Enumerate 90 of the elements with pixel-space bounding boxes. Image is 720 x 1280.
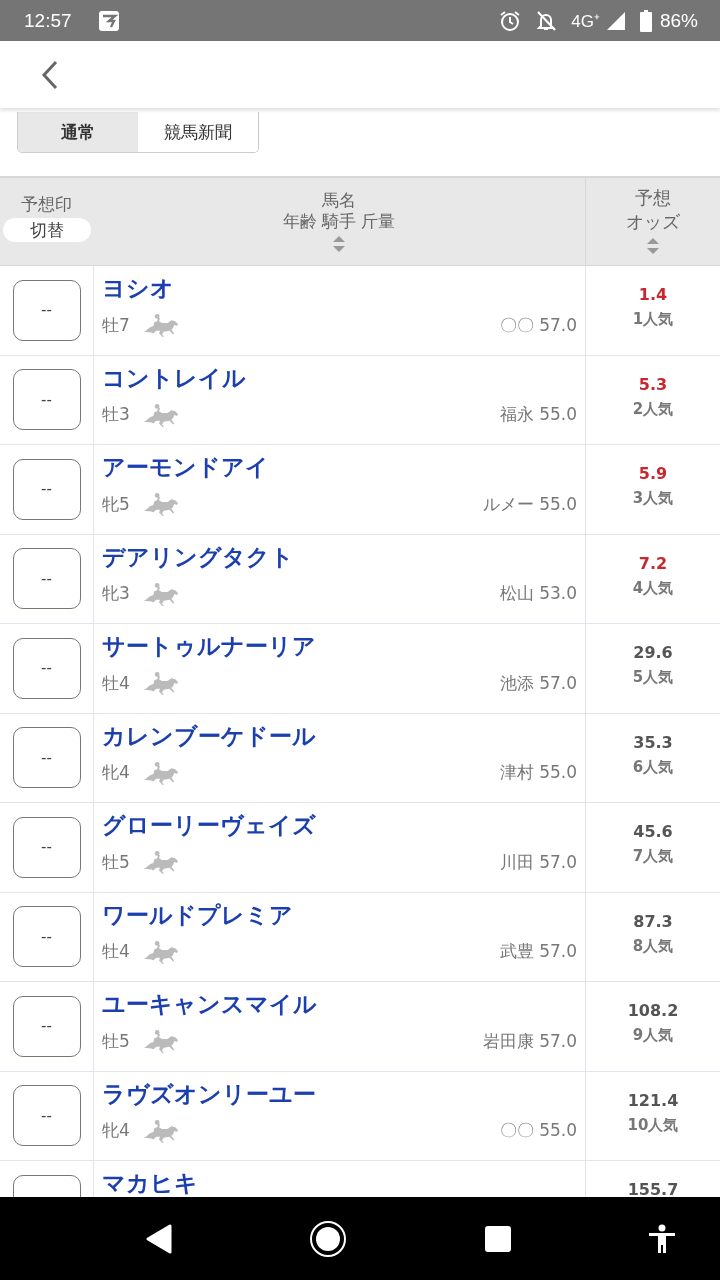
jockey-weight: 松山 53.0 (499, 582, 577, 605)
column-heading: 予想印 (21, 194, 72, 215)
jockey-weight: ルメー 55.0 (482, 492, 577, 516)
odds-value: 5.9 (638, 463, 668, 485)
horse-name-link[interactable]: サートゥルナーリア (102, 632, 316, 660)
horse-rider-icon (141, 580, 178, 607)
sex-age: 牡7 (102, 313, 130, 337)
horse-name-link[interactable]: マカヒキ (102, 1169, 198, 1197)
jockey-weight: 〇〇 57.0 (499, 313, 577, 337)
horse-rider-icon (141, 670, 178, 696)
horse-name-link[interactable]: グローリーヴェイズ (102, 811, 316, 839)
sex-age: 牡3 (102, 403, 130, 426)
column-heading: オッズ (626, 210, 680, 234)
sex-age: 牡5 (102, 850, 130, 874)
jockey-weight: 福永 55.0 (499, 403, 577, 426)
popularity-rank: 2人気 (632, 398, 674, 420)
jockey-weight: 池添 57.0 (499, 671, 577, 695)
odds-value: 35.3 (633, 731, 673, 754)
popularity-rank: 3人気 (632, 488, 674, 509)
horse-rider-icon (141, 401, 178, 428)
mark-button[interactable]: -- (12, 279, 81, 341)
popularity-rank: 8人気 (632, 935, 674, 957)
horse-name-link[interactable]: ラヴズオンリーユー (102, 1079, 316, 1108)
sex-age: 牡4 (102, 940, 130, 963)
sex-age: 牝4 (102, 1119, 130, 1142)
horse-name-link[interactable]: アーモンドアイ (102, 453, 269, 481)
recents-icon[interactable] (484, 1225, 511, 1252)
jockey-weight: 〇〇 55.0 (499, 1119, 577, 1142)
popularity-rank: 5人気 (632, 667, 674, 688)
horse-rider-icon (141, 849, 178, 875)
horse-name-link[interactable]: ワールドプレミア (102, 900, 293, 929)
popularity-rank: 9人気 (632, 1025, 674, 1046)
horse-name-link[interactable]: デアリングタクト (102, 542, 294, 571)
popularity-rank: 7人気 (632, 846, 674, 867)
popularity-rank: 1人気 (632, 309, 674, 330)
column-heading: 予想 (635, 186, 671, 210)
switch-button[interactable]: 切替 (2, 218, 91, 242)
home-icon[interactable] (309, 1219, 348, 1258)
jockey-weight: 武豊 57.0 (499, 940, 577, 963)
horse-name-link[interactable]: カレンブーケドール (102, 721, 316, 750)
mark-button[interactable]: -- (12, 906, 81, 968)
jockey-weight: 津村 55.0 (499, 761, 577, 784)
signal-icon (605, 10, 626, 31)
horse-rider-icon (141, 1117, 178, 1144)
mark-button[interactable]: -- (12, 548, 81, 610)
popularity-rank: 6人気 (632, 756, 674, 778)
sex-age: 牡5 (102, 1029, 130, 1053)
popularity-rank: 10人気 (627, 1114, 679, 1136)
column-heading: 馬名 (322, 190, 356, 211)
odds-value: 45.6 (633, 821, 673, 843)
accessibility-icon[interactable] (648, 1223, 676, 1254)
popularity-rank: 4人気 (632, 577, 674, 599)
battery-percent: 86% (659, 9, 698, 32)
sex-age: 牝5 (102, 492, 130, 516)
alarm-icon (499, 9, 522, 32)
view-tab[interactable]: 通常 (18, 112, 138, 152)
mark-button[interactable]: -- (12, 727, 81, 789)
odds-value: 1.4 (638, 284, 668, 306)
odds-value: 29.6 (633, 642, 673, 664)
horse-rider-icon (141, 938, 178, 965)
network-type: 4G⁺ (571, 11, 600, 32)
horse-name-link[interactable]: ユーキャンスマイル (102, 990, 317, 1018)
horse-rider-icon (141, 491, 178, 517)
horse-rider-icon (141, 759, 178, 786)
horse-name-link[interactable]: ヨシオ (102, 274, 174, 302)
horse-rider-icon (141, 1028, 178, 1054)
odds-value: 121.4 (627, 1089, 679, 1112)
horse-name-link[interactable]: コントレイル (102, 363, 246, 392)
mark-button[interactable]: -- (12, 637, 81, 699)
odds-value: 155.7 (627, 1179, 679, 1197)
mark-button[interactable]: -- (12, 995, 81, 1057)
odds-value: 87.3 (633, 910, 673, 933)
mark-button[interactable]: -- (12, 369, 81, 431)
odds-value: 108.2 (627, 1000, 679, 1022)
odds-value: 5.3 (638, 373, 668, 396)
clock-time: 12:57 (24, 9, 72, 32)
jockey-weight: 川田 57.0 (499, 850, 577, 874)
mark-button[interactable]: -- (12, 1085, 81, 1147)
sex-age: 牝3 (102, 582, 130, 605)
mark-button[interactable]: -- (12, 458, 81, 520)
horse-rider-icon (141, 312, 178, 338)
sex-age: 牝4 (102, 761, 130, 784)
notifications-off-icon (535, 9, 558, 32)
column-heading: 年齢 騎手 斤量 (282, 211, 396, 232)
sex-age: 牡4 (102, 671, 130, 695)
app-notification-icon (97, 9, 120, 32)
jockey-weight: 岩田康 57.0 (482, 1029, 577, 1053)
odds-value: 7.2 (638, 552, 668, 575)
battery-icon (639, 9, 652, 32)
mark-button[interactable]: -- (12, 816, 81, 878)
